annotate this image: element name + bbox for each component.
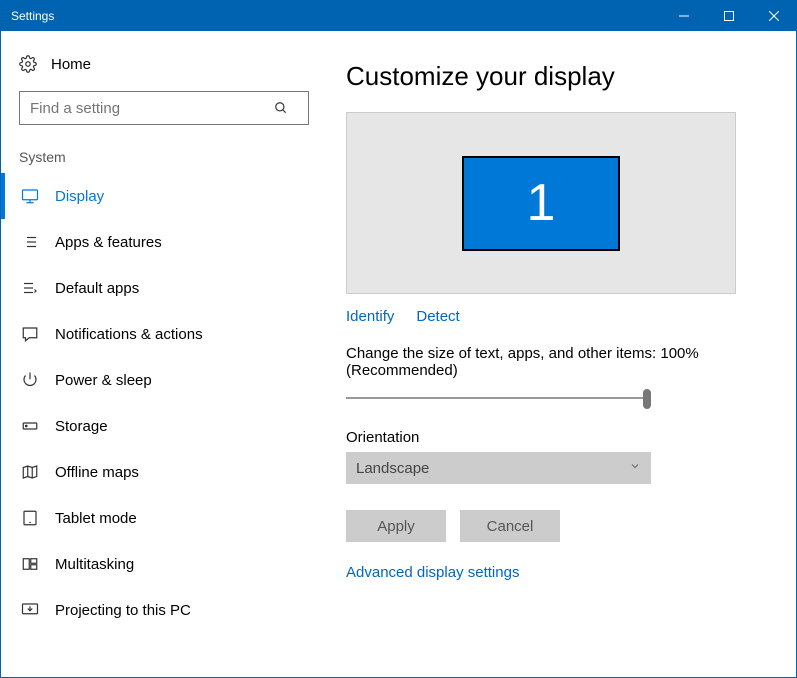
- nav-label: Default apps: [55, 280, 139, 297]
- orientation-value: Landscape: [356, 460, 429, 477]
- close-button[interactable]: [751, 1, 796, 31]
- nav-display[interactable]: Display: [1, 173, 321, 219]
- search-box[interactable]: [19, 91, 309, 125]
- nav-list: Display Apps & features Default apps Not…: [1, 173, 321, 633]
- category-label: System: [1, 143, 321, 173]
- minimize-button[interactable]: [661, 1, 706, 31]
- nav-label: Multitasking: [55, 556, 134, 573]
- nav-label: Projecting to this PC: [55, 602, 191, 619]
- button-row: Apply Cancel: [346, 510, 766, 542]
- search-icon: [274, 101, 308, 115]
- nav-default-apps[interactable]: Default apps: [1, 265, 321, 311]
- nav-label: Tablet mode: [55, 510, 137, 527]
- nav-label: Power & sleep: [55, 372, 152, 389]
- nav-maps[interactable]: Offline maps: [1, 449, 321, 495]
- home-label: Home: [51, 56, 91, 73]
- monitor-preview-area[interactable]: 1: [346, 112, 736, 294]
- projecting-icon: [19, 601, 41, 619]
- close-icon: [769, 11, 779, 21]
- maximize-button[interactable]: [706, 1, 751, 31]
- window-title: Settings: [1, 9, 661, 23]
- display-links: Identify Detect: [346, 308, 766, 325]
- page-heading: Customize your display: [346, 61, 766, 92]
- minimize-icon: [679, 11, 689, 21]
- orientation-label: Orientation: [346, 429, 766, 446]
- multitasking-icon: [19, 555, 41, 573]
- tablet-icon: [19, 509, 41, 527]
- maximize-icon: [724, 11, 734, 21]
- nav-label: Storage: [55, 418, 108, 435]
- slider-thumb[interactable]: [643, 389, 651, 409]
- nav-notifications[interactable]: Notifications & actions: [1, 311, 321, 357]
- search-input[interactable]: [20, 100, 274, 117]
- window-controls: [661, 1, 796, 31]
- scaling-label: Change the size of text, apps, and other…: [346, 345, 766, 379]
- apply-button[interactable]: Apply: [346, 510, 446, 542]
- nav-label: Offline maps: [55, 464, 139, 481]
- advanced-display-link[interactable]: Advanced display settings: [346, 564, 766, 581]
- identify-link[interactable]: Identify: [346, 308, 394, 325]
- detect-link[interactable]: Detect: [416, 308, 459, 325]
- chevron-down-icon: [629, 460, 641, 472]
- default-apps-icon: [19, 279, 41, 297]
- nav-label: Notifications & actions: [55, 326, 203, 343]
- map-icon: [19, 463, 41, 481]
- monitor-icon: [19, 187, 41, 205]
- storage-icon: [19, 417, 41, 435]
- title-bar: Settings: [1, 1, 796, 31]
- monitor-1[interactable]: 1: [462, 156, 620, 251]
- nav-label: Apps & features: [55, 234, 162, 251]
- nav-tablet[interactable]: Tablet mode: [1, 495, 321, 541]
- home-link[interactable]: Home: [1, 49, 321, 91]
- nav-multitasking[interactable]: Multitasking: [1, 541, 321, 587]
- nav-power[interactable]: Power & sleep: [1, 357, 321, 403]
- main-panel: Customize your display 1 Identify Detect…: [321, 31, 796, 677]
- slider-track: [346, 397, 651, 399]
- nav-storage[interactable]: Storage: [1, 403, 321, 449]
- content: Home System Display Apps &: [1, 31, 796, 677]
- nav-apps[interactable]: Apps & features: [1, 219, 321, 265]
- scaling-slider[interactable]: [346, 387, 651, 411]
- notification-icon: [19, 325, 41, 343]
- power-icon: [19, 371, 41, 389]
- search-container: [19, 91, 303, 125]
- sidebar: Home System Display Apps &: [1, 31, 321, 677]
- nav-label: Display: [55, 188, 104, 205]
- nav-projecting[interactable]: Projecting to this PC: [1, 587, 321, 633]
- cancel-button[interactable]: Cancel: [460, 510, 560, 542]
- orientation-select[interactable]: Landscape: [346, 452, 651, 484]
- gear-icon: [19, 55, 37, 73]
- list-icon: [19, 233, 41, 251]
